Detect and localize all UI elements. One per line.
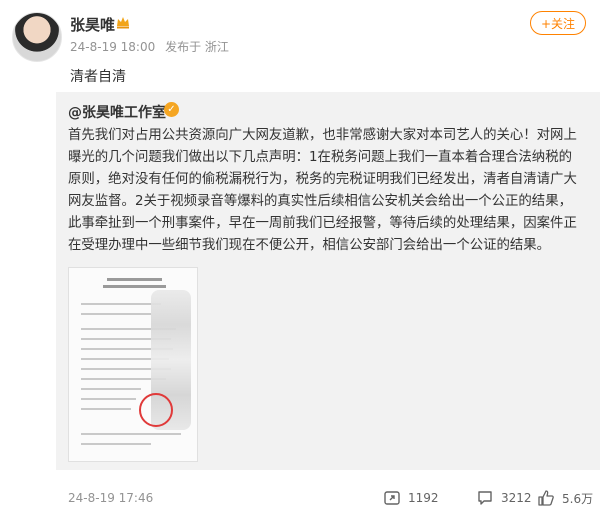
comment-count: 3212: [501, 491, 532, 505]
repost-button[interactable]: 1192: [383, 487, 439, 509]
crown-icon: [115, 14, 131, 30]
like-button[interactable]: 5.6万: [537, 487, 593, 509]
repost-count: 1192: [408, 491, 439, 505]
document-text-line: [81, 388, 141, 390]
document-text-line: [81, 313, 151, 315]
like-icon: [538, 490, 554, 506]
comment-button[interactable]: 3212: [476, 487, 532, 509]
document-text-line: [81, 408, 131, 410]
repost-time[interactable]: 24-8-19 17:46: [68, 491, 153, 505]
repost-footer: 24-8-19 17:46 1192 3212 5.6万: [56, 487, 600, 515]
document-text-line: [81, 443, 151, 445]
official-stamp: [139, 393, 173, 427]
repost-author[interactable]: @张昊唯工作室: [68, 102, 166, 122]
post-date[interactable]: 24-8-19 18:00: [70, 40, 155, 54]
document-text-line: [81, 398, 136, 400]
post-meta: 24-8-19 18:00 发布于 浙江: [70, 38, 235, 55]
document-text-line: [81, 433, 181, 435]
avatar[interactable]: [12, 12, 62, 62]
post-text: 清者自清: [70, 69, 126, 85]
post-author[interactable]: 张昊唯: [70, 14, 115, 35]
post-source: 发布于 浙江: [165, 40, 229, 54]
document-image[interactable]: [68, 267, 198, 462]
reposted-content[interactable]: @张昊唯工作室 ✓ 首先我们对占用公共资源向广大网友道歉，也非常感谢大家对本司艺…: [56, 92, 600, 470]
repost-body: 首先我们对占用公共资源向广大网友道歉，也非常感谢大家对本司艺人的关心！对网上曝光…: [68, 128, 577, 253]
comment-icon: [478, 491, 492, 505]
like-count: 5.6万: [562, 491, 594, 506]
verified-badge-icon: ✓: [164, 102, 179, 117]
document-heading-line: [103, 285, 166, 288]
repost-icon: [384, 491, 400, 505]
document-text-line: [81, 303, 161, 305]
document-heading-line: [107, 278, 162, 281]
weibo-post: 张昊唯 24-8-19 18:00 发布于 浙江 +关注 清者自清 @张昊唯工作…: [0, 0, 600, 521]
follow-button[interactable]: +关注: [530, 11, 586, 35]
